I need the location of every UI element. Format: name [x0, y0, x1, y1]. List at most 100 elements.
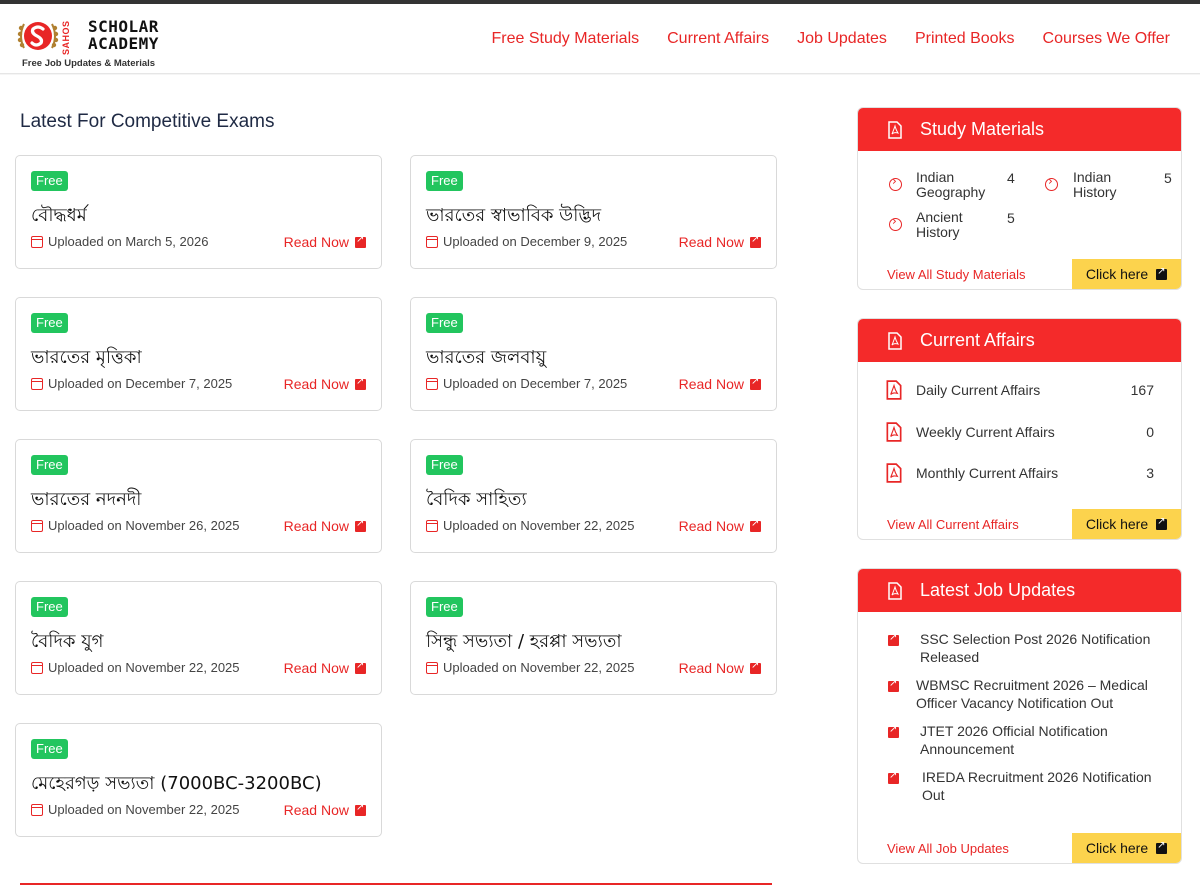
nav-current-affairs[interactable]: Current Affairs [667, 30, 769, 48]
upload-date: Uploaded on December 7, 2025 [426, 376, 627, 391]
sm-item-label: Indian [916, 169, 955, 185]
card-title[interactable]: সিন্ধু সভ্যতা / হরপ্পা সভ্যতা [426, 627, 622, 658]
job-updates-click-here-button[interactable]: Click here [1072, 833, 1181, 863]
card-title[interactable]: ভারতের নদনদী [31, 485, 141, 516]
site-logo[interactable]: SAHOS SCHOLAR ACADEMY Free Job Updates &… [14, 12, 174, 70]
card-title[interactable]: বৈদিক যুগ [31, 627, 103, 658]
exam-card[interactable]: Free বৈদিক যুগ Uploaded on November 22, 20… [15, 581, 382, 695]
read-now-link[interactable]: Read Now [679, 376, 761, 392]
main-nav: Free Study Materials Current Affairs Job… [492, 30, 1170, 48]
read-now-label: Read Now [283, 802, 349, 818]
nav-job-updates[interactable]: Job Updates [797, 30, 887, 48]
card-title[interactable]: বৈদিক সাহিত্য [426, 485, 527, 516]
section-title: Latest For Competitive Exams [20, 111, 275, 132]
external-link-icon [888, 770, 899, 784]
external-link-icon [750, 660, 761, 674]
job-item-line: WBMSC Recruitment 2026 – Medical [916, 677, 1148, 693]
read-now-link[interactable]: Read Now [679, 234, 761, 250]
external-link-icon [750, 234, 761, 248]
main-content: Latest For Competitive Exams Free বৌদ্ধধর… [0, 75, 1200, 885]
sm-item-label: Indian [1073, 169, 1112, 185]
pdf-icon [888, 120, 902, 139]
job-item-line: Announcement [920, 741, 1015, 757]
external-link-icon [888, 724, 899, 738]
pdf-icon [888, 331, 902, 350]
view-all-study-materials-link[interactable]: View All Study Materials [887, 267, 1026, 282]
upload-date: Uploaded on November 22, 2025 [426, 660, 635, 675]
study-materials-panel: Study Materials IndianGeography 4 Indian… [857, 107, 1182, 290]
current-affairs-title: Current Affairs [920, 330, 1035, 350]
brand-side-text: SAHOS [61, 20, 71, 56]
study-materials-click-here-button[interactable]: Click here [1072, 259, 1181, 289]
laurel-logo-icon [17, 22, 59, 50]
upload-date-text: Uploaded on November 22, 2025 [443, 660, 635, 675]
ca-item-daily[interactable]: Daily Current Affairs 167 [886, 379, 1154, 401]
nav-courses-we-offer[interactable]: Courses We Offer [1043, 30, 1170, 48]
current-affairs-header: Current Affairs [858, 319, 1181, 362]
upload-date: Uploaded on November 22, 2025 [31, 660, 240, 675]
upload-date: Uploaded on December 9, 2025 [426, 234, 627, 249]
external-link-icon [750, 376, 761, 390]
job-item-label: IREDA Recruitment 2026 Notification Out [922, 768, 1152, 804]
upload-date-text: Uploaded on November 22, 2025 [443, 518, 635, 533]
ca-item-label: Daily Current Affairs [916, 382, 1041, 398]
read-now-link[interactable]: Read Now [284, 376, 366, 392]
read-now-link[interactable]: Read Now [284, 234, 366, 250]
read-now-link[interactable]: Read Now [284, 660, 366, 676]
read-now-link[interactable]: Read Now [679, 518, 761, 534]
exam-card[interactable]: Free বৌদ্ধধর্ম Uploaded on March 5, 2026 Re… [15, 155, 382, 269]
upload-date: Uploaded on March 5, 2026 [31, 234, 208, 249]
circle-arrow-icon [889, 174, 902, 191]
read-now-label: Read Now [283, 376, 349, 392]
external-link-icon [355, 660, 366, 674]
sm-item-indian-geography[interactable]: Indian Geography [916, 170, 985, 200]
exam-card[interactable]: Free ভারতের মৃত্তিকা Uploaded on December … [15, 297, 382, 411]
study-materials-header: Study Materials [858, 108, 1181, 151]
exam-card[interactable]: Free বৈদিক সাহিত্য Uploaded on November 22… [410, 439, 777, 553]
exam-card[interactable]: Free মেহেরগড় সভ্যতা (7000BC-3200BC) Uploa… [15, 723, 382, 837]
card-title[interactable]: ভারতের জলবায়ু [426, 343, 546, 374]
read-now-link[interactable]: Read Now [679, 660, 761, 676]
current-affairs-footer: View All Current Affairs Click here [858, 509, 1181, 539]
free-badge: Free [31, 313, 68, 333]
external-link-icon [355, 376, 366, 390]
pdf-icon [886, 380, 902, 400]
ca-item-monthly[interactable]: Monthly Current Affairs 3 [886, 462, 1154, 484]
sm-item-label: History [1073, 184, 1117, 200]
read-now-link[interactable]: Read Now [284, 802, 366, 818]
job-updates-title: Latest Job Updates [920, 580, 1076, 600]
exam-card[interactable]: Free ভারতের জলবায়ু Uploaded on December 7… [410, 297, 777, 411]
read-now-label: Read Now [678, 234, 744, 250]
exam-card[interactable]: Free ভারতের নদনদী Uploaded on November 26,… [15, 439, 382, 553]
job-item-label: WBMSC Recruitment 2026 – Medical Officer … [916, 676, 1148, 712]
free-badge: Free [31, 739, 68, 759]
view-all-job-updates-link[interactable]: View All Job Updates [887, 841, 1009, 856]
circle-arrow-icon [889, 214, 902, 231]
sm-item-indian-history[interactable]: Indian History [1073, 170, 1117, 200]
upload-date-text: Uploaded on March 5, 2026 [48, 234, 209, 249]
read-now-label: Read Now [283, 518, 349, 534]
sm-item-ancient-history[interactable]: Ancient History [916, 210, 963, 240]
nav-printed-books[interactable]: Printed Books [915, 30, 1015, 48]
exam-card[interactable]: Free সিন্ধু সভ্যতা / হরপ্পা সভ্যতা Uploade… [410, 581, 777, 695]
study-materials-title: Study Materials [920, 119, 1045, 139]
ca-item-weekly[interactable]: Weekly Current Affairs 0 [886, 421, 1154, 443]
card-title[interactable]: ভারতের স্বাভাবিক উদ্ভিদ [426, 201, 601, 232]
read-now-link[interactable]: Read Now [284, 518, 366, 534]
calendar-icon [31, 661, 43, 674]
free-badge: Free [426, 455, 463, 475]
card-title[interactable]: মেহেরগড় সভ্যতা (7000BC-3200BC) [31, 769, 322, 800]
current-affairs-click-here-button[interactable]: Click here [1072, 509, 1181, 539]
card-title[interactable]: ভারতের মৃত্তিকা [31, 343, 142, 374]
job-item-line: Released [920, 649, 980, 665]
exam-card[interactable]: Free ভারতের স্বাভাবিক উদ্ভিদ Uploaded on D… [410, 155, 777, 269]
job-item-line: SSC Selection Post 2026 Notification [920, 631, 1151, 647]
external-link-icon [1156, 266, 1168, 280]
external-link-icon [355, 518, 366, 532]
card-title[interactable]: বৌদ্ধধর্ম [31, 201, 87, 232]
upload-date: Uploaded on November 22, 2025 [426, 518, 635, 533]
calendar-icon [426, 661, 438, 674]
ca-item-label: Weekly Current Affairs [916, 424, 1055, 440]
nav-free-study-materials[interactable]: Free Study Materials [492, 30, 640, 48]
view-all-current-affairs-link[interactable]: View All Current Affairs [887, 517, 1019, 532]
